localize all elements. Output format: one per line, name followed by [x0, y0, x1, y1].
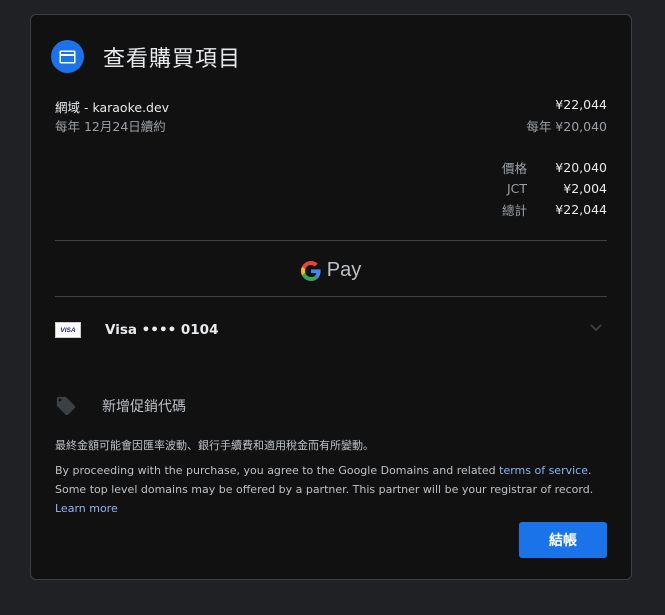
payment-method-selector[interactable]: VISA Visa •••• 0104 [55, 315, 607, 345]
breakdown-value: ¥20,040 [555, 160, 607, 175]
breakdown-row-total: 總計 ¥22,044 [467, 199, 607, 220]
item-price: ¥22,044 [555, 97, 607, 112]
terms-notice: By proceeding with the purchase, you agr… [55, 461, 607, 518]
chevron-down-icon[interactable] [589, 321, 603, 335]
divider [55, 240, 607, 241]
price-breakdown: 價格 ¥20,040 JCT ¥2,004 總計 ¥22,044 [467, 157, 607, 220]
terms-of-service-link[interactable]: terms of service [499, 464, 588, 477]
breakdown-label: JCT [506, 181, 527, 196]
dialog-title: 查看購買項目 [103, 47, 242, 72]
breakdown-row-tax: JCT ¥2,004 [467, 178, 607, 199]
divider [55, 296, 607, 297]
credit-card-icon [51, 40, 84, 73]
add-promo-code[interactable]: 新增促銷代碼 [55, 393, 186, 419]
tag-icon [56, 396, 76, 416]
promo-label: 新增促銷代碼 [102, 399, 186, 415]
renewal-price: 每年 ¥20,040 [526, 119, 607, 134]
visa-icon: VISA [55, 322, 81, 338]
breakdown-value: ¥2,004 [563, 181, 607, 196]
card-label: Visa •••• 0104 [105, 322, 219, 338]
breakdown-row-price: 價格 ¥20,040 [467, 157, 607, 178]
breakdown-label: 總計 [501, 203, 527, 218]
learn-more-link[interactable]: Learn more [55, 502, 118, 515]
terms-prefix: By proceeding with the purchase, you agr… [55, 464, 500, 477]
google-g-icon [300, 260, 321, 281]
breakdown-label: 價格 [501, 161, 527, 176]
fx-notice: 最終金額可能會因匯率波動、銀行手續費和適用稅金而有所變動。 [55, 439, 374, 452]
purchase-review-dialog: 查看購買項目 網域 - karaoke.dev ¥22,044 每年 12月24… [30, 14, 632, 580]
checkout-button[interactable]: 結帳 [519, 522, 607, 558]
gpay-text: Pay [326, 259, 362, 281]
breakdown-value: ¥22,044 [555, 202, 607, 217]
google-pay-logo: Pay [31, 259, 631, 282]
